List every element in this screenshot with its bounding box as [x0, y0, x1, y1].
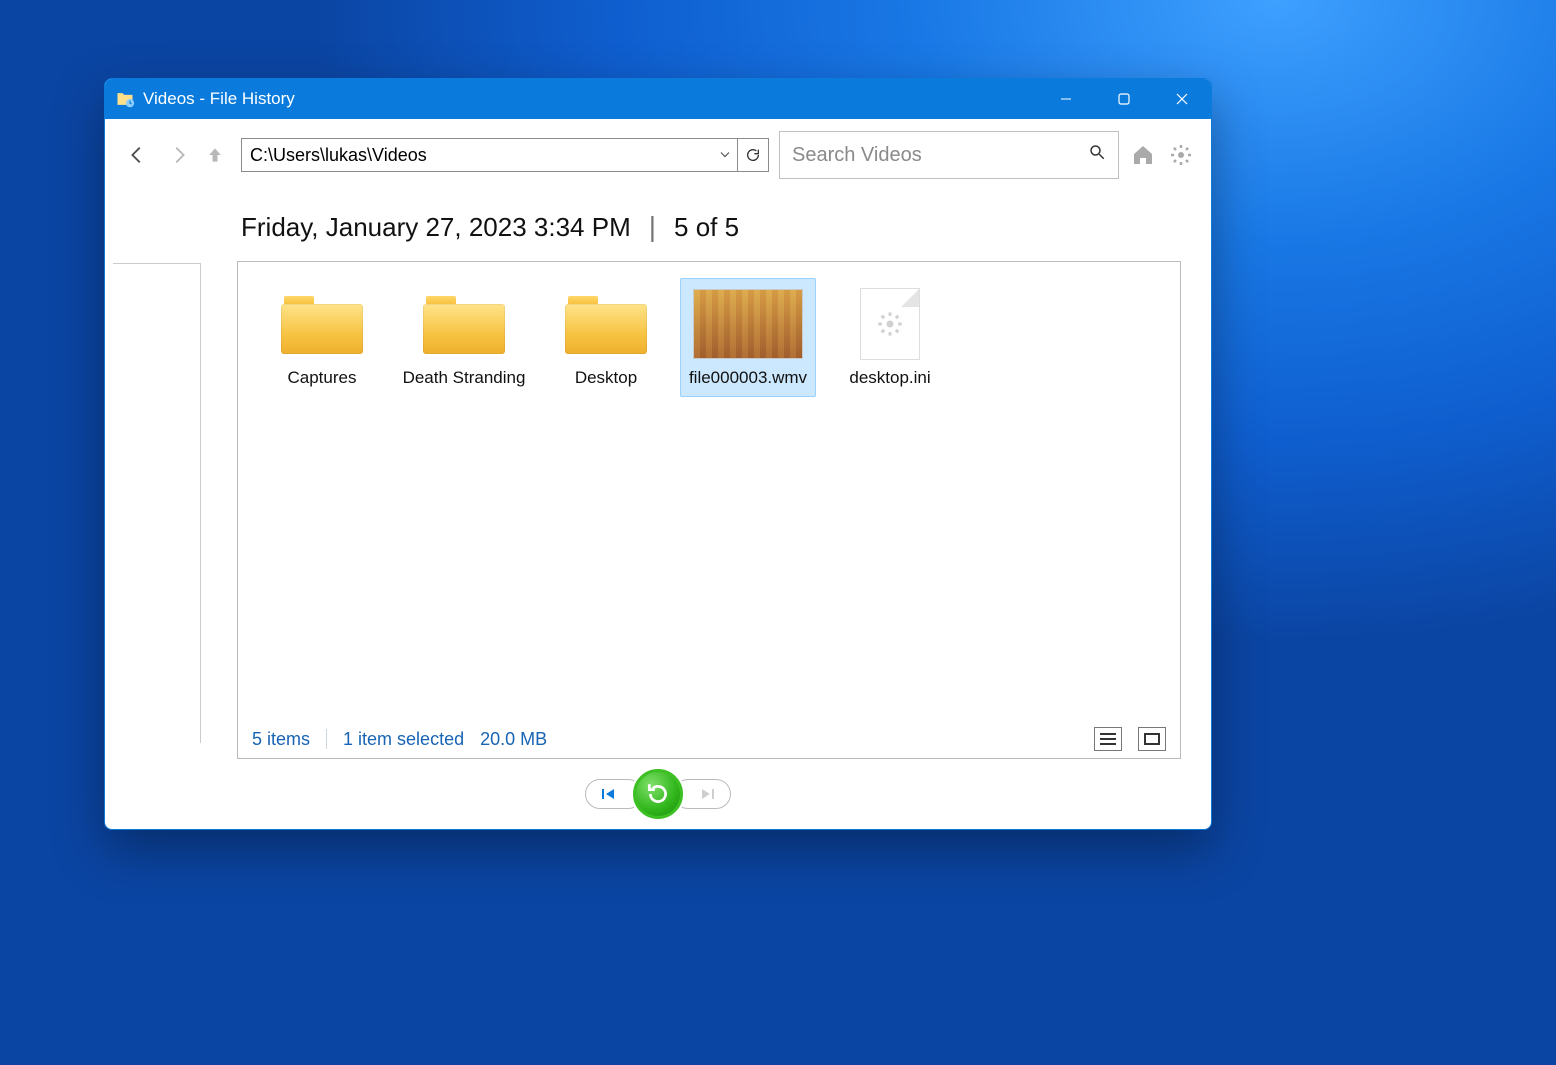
view-large-icons-button[interactable]: [1138, 727, 1166, 751]
file-history-window: Videos - File History: [104, 78, 1212, 830]
video-thumbnail: [693, 285, 803, 363]
file-item-label: file000003.wmv: [689, 367, 807, 388]
home-icon[interactable]: [1129, 141, 1157, 169]
file-item[interactable]: Death Stranding: [396, 278, 532, 397]
status-size: 20.0 MB: [480, 729, 547, 750]
gear-icon[interactable]: [1167, 141, 1195, 169]
forward-button[interactable]: [163, 139, 195, 171]
snapshot-position: 5 of 5: [674, 212, 739, 243]
file-history-appicon: [115, 89, 135, 109]
snapshot-timestamp: Friday, January 27, 2023 3:34 PM: [241, 212, 631, 243]
address-bar: C:\Users\lukas\Videos: [241, 138, 769, 172]
view-details-button[interactable]: [1094, 727, 1122, 751]
status-selection: 1 item selected: [343, 729, 464, 750]
back-button[interactable]: [121, 139, 153, 171]
up-button[interactable]: [199, 139, 231, 171]
file-item[interactable]: Captures: [254, 278, 390, 397]
previous-version-peek[interactable]: [113, 263, 201, 743]
separator: |: [649, 211, 656, 243]
file-pane: Captures Death Stranding Desktop file000003…: [237, 261, 1181, 759]
folder-icon: [551, 285, 661, 363]
search-icon: [1088, 143, 1106, 167]
settings-file-icon: [835, 285, 945, 363]
snapshot-header: Friday, January 27, 2023 3:34 PM | 5 of …: [105, 185, 1211, 261]
maximize-button[interactable]: [1095, 79, 1153, 119]
window-title: Videos - File History: [143, 89, 295, 109]
file-item[interactable]: Desktop: [538, 278, 674, 397]
file-item[interactable]: desktop.ini: [822, 278, 958, 397]
file-grid[interactable]: Captures Death Stranding Desktop file000003…: [238, 262, 1180, 720]
chevron-down-icon[interactable]: [719, 145, 731, 166]
file-item-label: Desktop: [575, 367, 637, 388]
folder-icon: [267, 285, 377, 363]
titlebar: Videos - File History: [105, 79, 1211, 119]
folder-icon: [409, 285, 519, 363]
refresh-button[interactable]: [737, 138, 769, 172]
search-input[interactable]: [792, 144, 1078, 167]
divider: [326, 729, 327, 749]
toolbar: C:\Users\lukas\Videos: [105, 119, 1211, 185]
address-path: C:\Users\lukas\Videos: [250, 145, 427, 166]
file-item-label: desktop.ini: [849, 367, 930, 388]
panes: Captures Death Stranding Desktop file000003…: [105, 261, 1211, 759]
file-item-label: Death Stranding: [403, 367, 526, 388]
desktop-wallpaper: Videos - File History: [0, 0, 1556, 1065]
file-item[interactable]: file000003.wmv: [680, 278, 816, 397]
file-item-label: Captures: [288, 367, 357, 388]
version-navigation: [105, 759, 1211, 829]
status-bar: 5 items 1 item selected 20.0 MB: [238, 720, 1180, 758]
address-input[interactable]: C:\Users\lukas\Videos: [241, 138, 737, 172]
status-item-count: 5 items: [252, 729, 310, 750]
search-box[interactable]: [779, 131, 1119, 179]
minimize-button[interactable]: [1037, 79, 1095, 119]
close-button[interactable]: [1153, 79, 1211, 119]
restore-button[interactable]: [633, 769, 683, 819]
